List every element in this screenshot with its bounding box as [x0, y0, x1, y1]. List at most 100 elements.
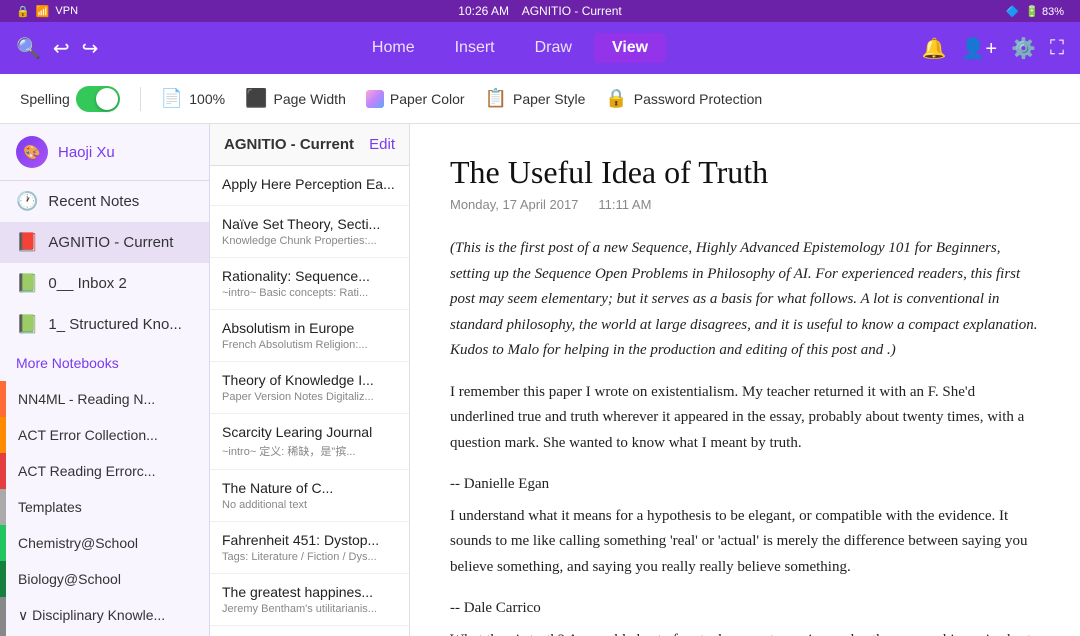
- notebook-green-icon: 📗: [16, 273, 38, 294]
- note-subtitle: ~intro~ Basic concepts: Rati...: [222, 287, 397, 299]
- page-width-icon: ⬛: [245, 88, 267, 109]
- note-title: The Nature of C...: [222, 480, 397, 496]
- note-item[interactable]: Absolutism in Europe French Absolutism R…: [210, 310, 409, 362]
- status-center: 10:26 AM AGNITIO - Current: [458, 4, 621, 18]
- expand-icon[interactable]: ⛶: [1050, 37, 1064, 60]
- note-item[interactable]: The Nature of C... No additional text: [210, 470, 409, 522]
- add-user-icon[interactable]: 👤+: [961, 36, 998, 61]
- search-icon[interactable]: 🔍: [16, 36, 41, 61]
- note-title: Fahrenheit 451: Dystop...: [222, 532, 397, 548]
- notebook-label: Biology@School: [6, 561, 209, 597]
- spelling-toggle[interactable]: Spelling: [20, 86, 120, 112]
- notebook-act-error[interactable]: ACT Error Collection...: [0, 417, 209, 453]
- lock-toolbar-icon: 🔒: [605, 88, 627, 109]
- note-subtitle: ~intro~ 定义: 稀缺，是"摈...: [222, 443, 397, 459]
- settings-icon[interactable]: ⚙️: [1011, 36, 1036, 61]
- notebook-label: ∨ Disciplinary Knowle...: [6, 597, 209, 634]
- inbox-label: 0__ Inbox 2: [48, 275, 126, 292]
- sidebar-item-structured[interactable]: 📗 1_ Structured Kno...: [0, 304, 209, 345]
- nav-icons-right: 🔔 👤+ ⚙️ ⛶: [922, 36, 1064, 61]
- clock-icon: 🕐: [16, 191, 38, 212]
- note-item[interactable]: Rationality: Sequence... ~intro~ Basic c…: [210, 258, 409, 310]
- content-attribution-2: -- Dale Carrico: [450, 596, 1040, 622]
- content-date: Monday, 17 April 2017: [450, 197, 578, 212]
- note-item[interactable]: Naïve Set Theory, Secti... Knowledge Chu…: [210, 206, 409, 258]
- page-width-control[interactable]: ⬛ Page Width: [245, 88, 346, 109]
- avatar-initials: 🎨: [23, 144, 40, 161]
- notebook-nn4ml[interactable]: NN4ML - Reading N...: [0, 381, 209, 417]
- app-title-status: AGNITIO - Current: [522, 4, 622, 18]
- notebook-label: Templates: [6, 489, 209, 525]
- content-body: (This is the first post of a new Sequenc…: [450, 236, 1040, 636]
- status-right: 🔷 🔋 83%: [1006, 5, 1064, 18]
- tab-insert[interactable]: Insert: [437, 33, 513, 63]
- page-width-label: Page Width: [273, 91, 345, 107]
- forward-icon[interactable]: ↪: [82, 36, 99, 61]
- notebook-disciplinary[interactable]: ∨ Disciplinary Knowle...: [0, 597, 209, 634]
- content-paragraph-1: (This is the first post of a new Sequenc…: [450, 236, 1040, 364]
- structured-label: 1_ Structured Kno...: [48, 316, 181, 333]
- notebook-templates[interactable]: Templates: [0, 489, 209, 525]
- sidebar-item-agnitio[interactable]: 📕 AGNITIO - Current: [0, 222, 209, 263]
- note-title: Absolutism in Europe: [222, 320, 397, 336]
- note-item[interactable]: The greatest happines... Jeremy Bentham'…: [210, 574, 409, 626]
- notification-icon[interactable]: 🔔: [922, 36, 947, 61]
- main-layout: 🎨 Haoji Xu 🕐 Recent Notes 📕 AGNITIO - Cu…: [0, 124, 1080, 636]
- note-subtitle: French Absolutism Religion:...: [222, 339, 397, 351]
- tab-view[interactable]: View: [594, 33, 666, 63]
- note-title: Scarcity Learing Journal: [222, 424, 397, 440]
- tab-draw[interactable]: Draw: [517, 33, 590, 63]
- zoom-control[interactable]: 📄 100%: [161, 88, 225, 109]
- notebook-label: ACT Error Collection...: [6, 417, 209, 453]
- notebook-label: Chemistry@School: [6, 525, 209, 561]
- note-subtitle: No additional text: [222, 499, 397, 511]
- notebook-act-reading[interactable]: ACT Reading Errorc...: [0, 453, 209, 489]
- notebook-biology[interactable]: Biology@School: [0, 561, 209, 597]
- note-subtitle: Jeremy Bentham's utilitarianis...: [222, 603, 397, 615]
- note-title: Naïve Set Theory, Secti...: [222, 216, 397, 232]
- sidebar-item-inbox[interactable]: 📗 0__ Inbox 2: [0, 263, 209, 304]
- status-bar: 🔒 📶 VPN 10:26 AM AGNITIO - Current 🔷 🔋 8…: [0, 0, 1080, 22]
- content-meta: Monday, 17 April 2017 11:11 AM: [450, 197, 1040, 212]
- content-title: The Useful Idea of Truth: [450, 154, 1040, 191]
- notebook-red-icon: 📕: [16, 232, 38, 253]
- note-title: Apply Here Perception Ea...: [222, 176, 397, 192]
- nav-tabs: Home Insert Draw View: [110, 33, 909, 63]
- page-icon: 📄: [161, 88, 183, 109]
- password-protection-control[interactable]: 🔒 Password Protection: [605, 88, 762, 109]
- notes-list-edit-button[interactable]: Edit: [369, 136, 395, 153]
- recent-notes-label: Recent Notes: [48, 193, 139, 210]
- note-item[interactable]: Scarcity Learing Journal ~intro~ 定义: 稀缺，…: [210, 414, 409, 470]
- note-item[interactable]: Theory of Knowledge I... Paper Version N…: [210, 362, 409, 414]
- note-item[interactable]: Apply Here Perception Ea...: [210, 166, 409, 206]
- paper-color-control[interactable]: Paper Color: [366, 90, 465, 108]
- sidebar-item-recent-notes[interactable]: 🕐 Recent Notes: [0, 181, 209, 222]
- spelling-label: Spelling: [20, 91, 70, 107]
- toolbar: Spelling 📄 100% ⬛ Page Width Paper Color…: [0, 74, 1080, 124]
- note-subtitle: Paper Version Notes Digitaliz...: [222, 391, 397, 403]
- paper-style-control[interactable]: 📋 Paper Style: [485, 88, 586, 109]
- content-area: The Useful Idea of Truth Monday, 17 Apri…: [410, 124, 1080, 636]
- content-attribution-1: -- Danielle Egan: [450, 472, 1040, 498]
- nav-icons-left: 🔍 ↩ ↪: [16, 36, 98, 61]
- paper-style-icon: 📋: [485, 88, 507, 109]
- more-notebooks-button[interactable]: More Notebooks: [0, 345, 209, 381]
- back-icon[interactable]: ↩: [53, 36, 70, 61]
- note-item[interactable]: Fahrenheit 451: Dystop... Tags: Literatu…: [210, 522, 409, 574]
- avatar: 🎨: [16, 136, 48, 168]
- sidebar-left: 🎨 Haoji Xu 🕐 Recent Notes 📕 AGNITIO - Cu…: [0, 124, 210, 636]
- notebook-chemistry[interactable]: Chemistry@School: [0, 525, 209, 561]
- paper-color-label: Paper Color: [390, 91, 465, 107]
- notebook-label: NN4ML - Reading N...: [6, 381, 209, 417]
- notes-list-title: AGNITIO - Current: [224, 136, 354, 153]
- agnitio-label: AGNITIO - Current: [48, 234, 173, 251]
- spelling-switch[interactable]: [76, 86, 120, 112]
- sidebar-user[interactable]: 🎨 Haoji Xu: [0, 124, 209, 181]
- tab-home[interactable]: Home: [354, 33, 433, 63]
- content-paragraph-2: I remember this paper I wrote on existen…: [450, 380, 1040, 457]
- note-title: Rationality: Sequence...: [222, 268, 397, 284]
- lock-icon: 🔒: [16, 5, 30, 18]
- user-name: Haoji Xu: [58, 144, 115, 161]
- wifi-icon: 📶: [36, 5, 50, 18]
- notes-list: AGNITIO - Current Edit Apply Here Percep…: [210, 124, 410, 636]
